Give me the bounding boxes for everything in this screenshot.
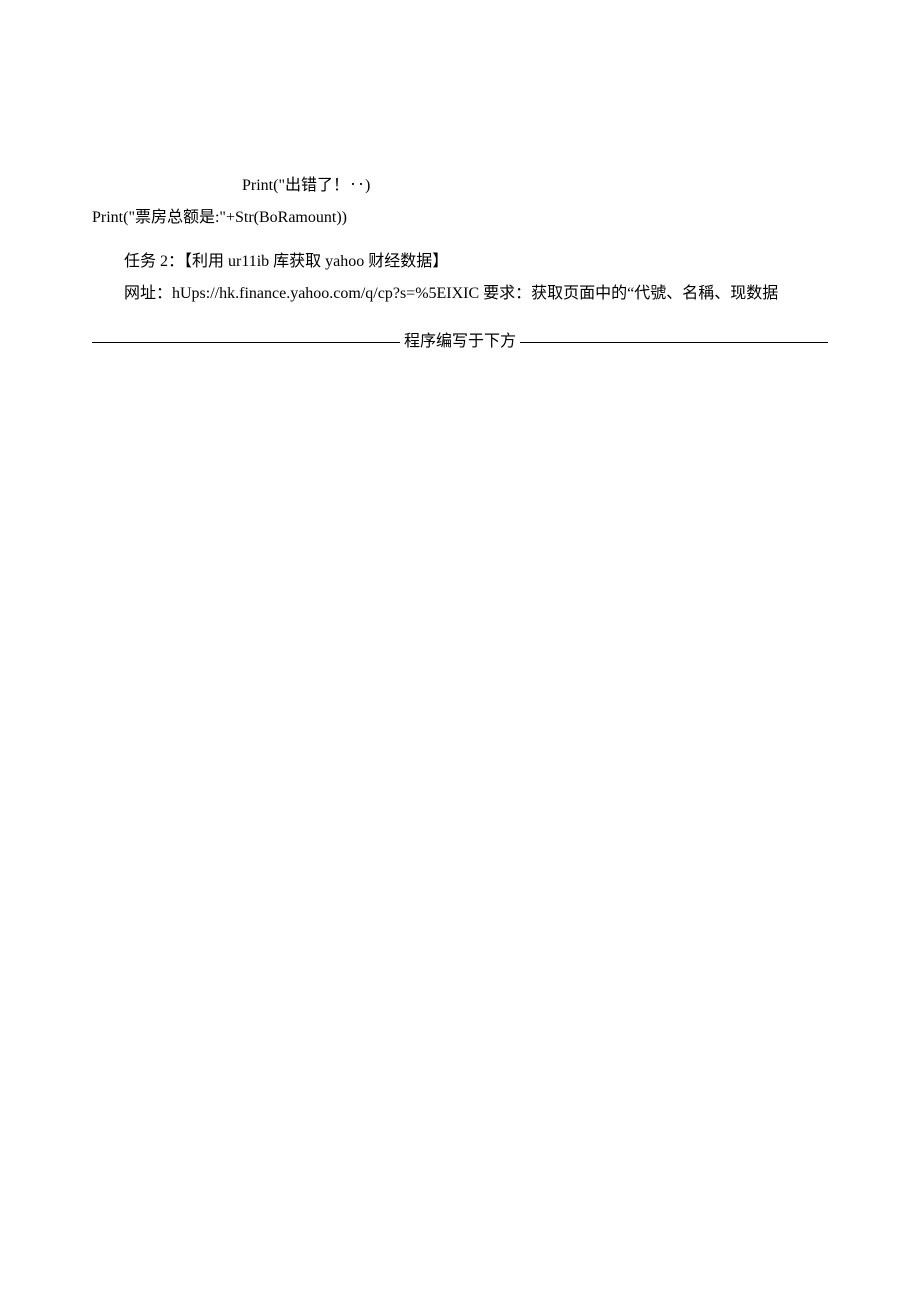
divider-rule-left (92, 342, 400, 343)
divider-rule-right (520, 342, 828, 343)
code-line-1: Print("出错了！‥) (242, 170, 828, 202)
task-body: 网址：hUps://hk.finance.yahoo.com/q/cp?s=%5… (124, 278, 828, 310)
spacer (92, 310, 828, 326)
task-title: 任务 2：【利用 ur11ib 库获取 yahoo 财经数据】 (124, 246, 828, 278)
divider-label: 程序编写于下方 (400, 326, 520, 358)
spacer (92, 234, 828, 246)
divider-row: 程序编写于下方 (92, 326, 828, 358)
code-line-2: Print("票房总额是:"+Str(BoRamount)) (92, 202, 828, 234)
